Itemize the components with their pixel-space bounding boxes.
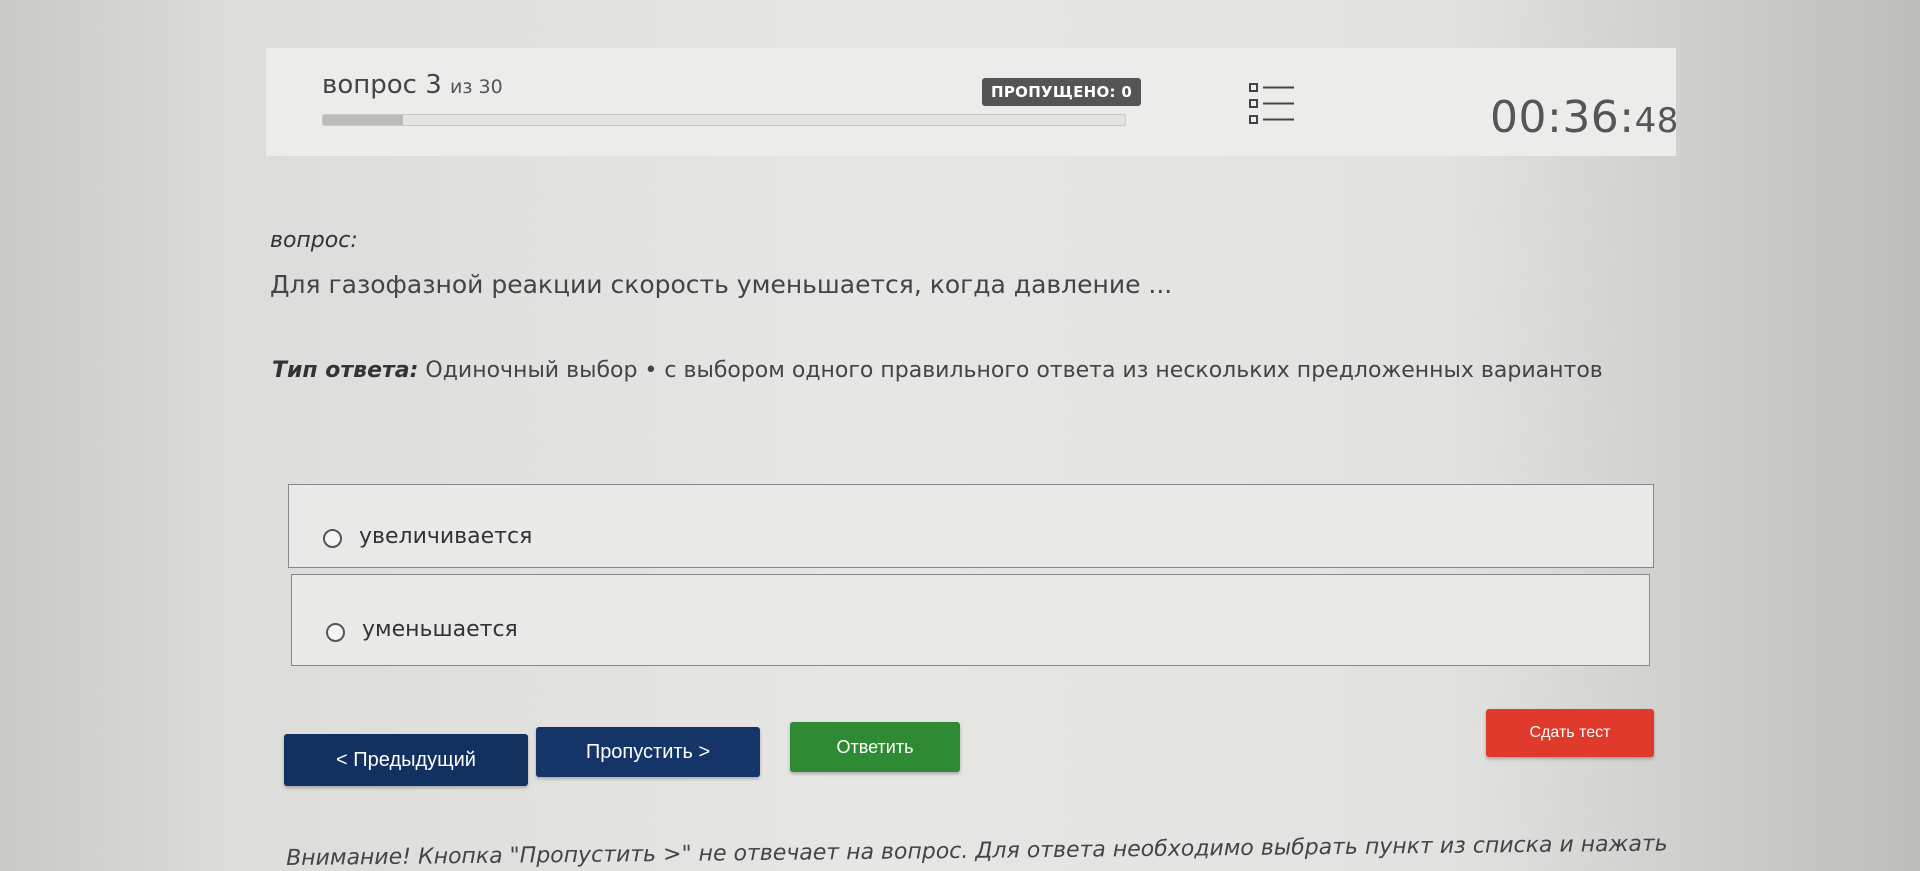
question-counter: вопрос 3 из 30 [322, 70, 503, 100]
question-list-icon[interactable] [1248, 82, 1296, 126]
header-bar [266, 48, 1676, 156]
question-current: 3 [425, 70, 442, 100]
submit-test-button[interactable]: Сдать тест [1486, 709, 1654, 757]
question-section-label: вопрос: [270, 228, 358, 253]
timer-main: 00:36: [1490, 92, 1635, 143]
radio-icon[interactable] [326, 623, 345, 642]
question-text: Для газофазной реакции скорость уменьшае… [270, 270, 1173, 299]
skip-notice: Внимание! Кнопка "Пропустить >" не отвеч… [286, 831, 1668, 871]
skipped-badge: ПРОПУЩЕНО: 0 [982, 78, 1142, 106]
radio-icon[interactable] [323, 529, 342, 548]
answer-type-value: Одиночный выбор • с выбором одного прави… [425, 358, 1603, 383]
answer-option[interactable]: уменьшается [291, 574, 1650, 666]
previous-button[interactable]: < Предыдущий [284, 734, 528, 786]
timer-seconds: 48 [1634, 101, 1679, 141]
question-word: вопрос [322, 70, 417, 100]
answer-type: Тип ответа: Одиночный выбор • с выбором … [272, 358, 1603, 383]
answer-option[interactable]: увеличивается [288, 484, 1654, 568]
skip-button[interactable]: Пропустить > [536, 727, 760, 777]
answer-type-label: Тип ответа: [272, 358, 419, 383]
question-total: из 30 [450, 76, 503, 98]
answer-button[interactable]: Ответить [790, 722, 960, 772]
answer-option-label: увеличивается [359, 524, 533, 549]
answer-option-label: уменьшается [362, 617, 518, 642]
progress-bar [322, 114, 1126, 126]
progress-fill [323, 115, 404, 125]
timer: 00:36:48 [1490, 92, 1679, 143]
